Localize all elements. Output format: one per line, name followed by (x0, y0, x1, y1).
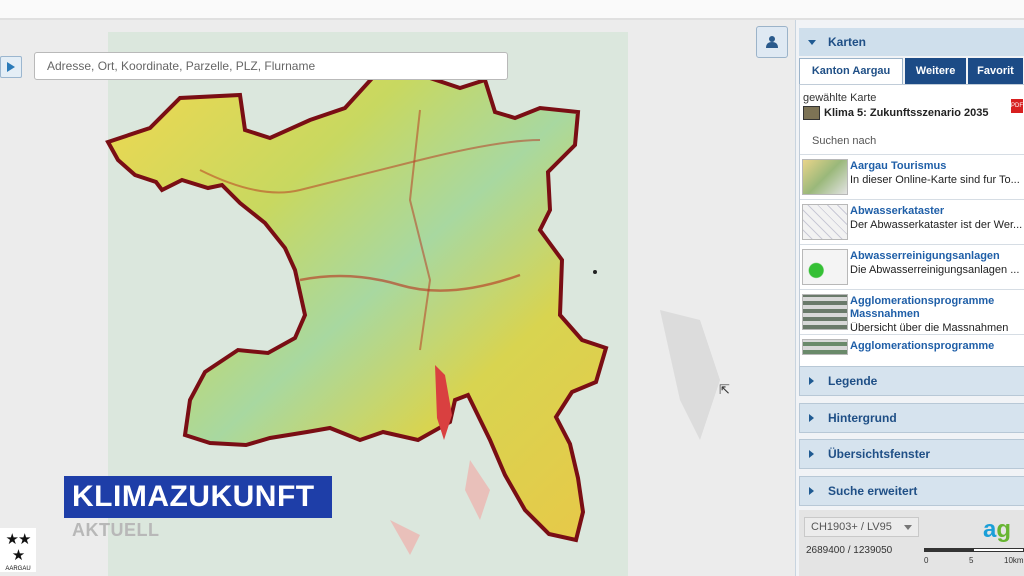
list-item-desc: Die Abwasserreinigungsanlagen ... (850, 264, 1020, 276)
map-point (593, 270, 597, 274)
ara-thumbnail-icon (802, 249, 848, 285)
scale-label: 10km (1004, 556, 1024, 565)
play-icon (7, 62, 15, 72)
map-tabs: Kanton Aargau Weitere Favorit (799, 58, 1024, 84)
browser-top-bar (0, 0, 1024, 20)
crs-value: CH1903+ / LV95 (811, 521, 892, 533)
section-hintergrund[interactable]: Hintergrund (799, 403, 1024, 433)
search-input[interactable] (35, 53, 519, 79)
aargau-logo: ★★ ★ AARGAU (0, 528, 36, 572)
sewer-thumbnail-icon (802, 204, 848, 240)
scale-label: 0 (924, 556, 929, 565)
section-uebersichtsfenster[interactable]: Übersichtsfenster (799, 439, 1024, 469)
agglo-2-thumbnail-icon (802, 339, 848, 355)
agglo-thumbnail-icon (802, 294, 848, 330)
ag-logo-g: g (996, 516, 1012, 543)
list-item[interactable]: Agglomerationsprogramme (800, 334, 1024, 357)
list-item-title: Agglomerationsprogramme (850, 340, 995, 352)
lake-shape (660, 310, 720, 440)
chevron-down-icon (904, 525, 912, 530)
section-label: Hintergrund (828, 411, 897, 425)
chevron-down-icon (808, 39, 816, 45)
tab-weitere[interactable]: Weitere (905, 58, 967, 84)
selected-map-row[interactable]: Klima 5: Zukunftsszenario 2035 (803, 106, 988, 120)
section-legende[interactable]: Legende (799, 366, 1024, 396)
section-label: Legende (828, 374, 878, 388)
list-item-desc: In dieser Online-Karte sind fur To... (850, 174, 1020, 186)
scale-label: 5 (969, 556, 974, 565)
address-search-box[interactable] (34, 52, 519, 80)
mouse-cursor-icon: ⇱ (719, 382, 730, 397)
crs-select[interactable]: CH1903+ / LV95 (804, 517, 919, 537)
list-item[interactable]: Aargau Tourismus In dieser Online-Karte … (800, 154, 1024, 199)
list-item-desc: Der Abwasserkataster ist der Wer... (850, 219, 1023, 231)
list-item-title: Aargau Tourismus (850, 160, 947, 172)
scale-bar: 0 5 10km (924, 544, 1024, 574)
tab-favoriten[interactable]: Favorit (968, 58, 1023, 84)
list-item[interactable]: Abwasserkataster Der Abwasserkataster is… (800, 199, 1024, 244)
list-item-desc: Übersicht über die Massnahmen (850, 322, 1009, 334)
user-button[interactable] (756, 26, 788, 58)
karten-header-label: Karten (828, 35, 867, 49)
user-icon (766, 36, 778, 48)
expand-arrow-button[interactable] (0, 56, 22, 78)
section-label: Übersichtsfenster (828, 447, 931, 461)
news-title: KLIMAZUKUNFT (72, 480, 315, 513)
list-item[interactable]: Agglomerationsprogramme Massnahmen Übers… (800, 289, 1024, 334)
pdf-icon[interactable]: PDF (1011, 99, 1023, 113)
list-item-title: Abwasserkataster (850, 205, 945, 217)
ag-logo-a: a (983, 516, 997, 543)
scale-bar-graphic (924, 548, 1024, 552)
map-footer: CH1903+ / LV95 2689400 / 1239050 ag 0 5 … (799, 510, 1024, 576)
map-thumbnail-icon (803, 106, 820, 120)
ag-logo: ag (983, 516, 1011, 544)
selected-map-name: Klima 5: Zukunftsszenario 2035 (824, 107, 989, 119)
section-label: Suche erweitert (828, 484, 918, 498)
map-list: Aargau Tourismus In dieser Online-Karte … (800, 154, 1024, 357)
map-list-content: gewählte Karte Klima 5: Zukunftsszenario… (799, 84, 1024, 368)
news-subtitle: AKTUELL (72, 520, 160, 540)
search-maps-label[interactable]: Suchen nach (812, 135, 876, 147)
logo-text: AARGAU (5, 566, 31, 572)
side-panel: Karten Kanton Aargau Weitere Favorit gew… (795, 20, 1024, 576)
list-item[interactable]: Abwasserreinigungsanlagen Die Abwasserre… (800, 244, 1024, 289)
chevron-right-icon (809, 377, 814, 385)
coordinate-readout: 2689400 / 1239050 (806, 545, 893, 556)
selected-map-label: gewählte Karte (803, 92, 877, 104)
news-title-banner: KLIMAZUKUNFT (64, 476, 332, 518)
tourism-thumbnail-icon (802, 159, 848, 195)
list-item-title: Agglomerationsprogramme Massnahmen (850, 295, 995, 320)
section-suche-erweitert[interactable]: Suche erweitert (799, 476, 1024, 506)
chevron-right-icon (809, 487, 814, 495)
chevron-right-icon (809, 414, 814, 422)
stars-icon: ★★ ★ (5, 531, 32, 564)
chevron-right-icon (809, 450, 814, 458)
tab-kanton-aargau[interactable]: Kanton Aargau (799, 58, 904, 84)
karten-header[interactable]: Karten (799, 28, 1024, 56)
list-item-title: Abwasserreinigungsanlagen (850, 250, 1000, 262)
